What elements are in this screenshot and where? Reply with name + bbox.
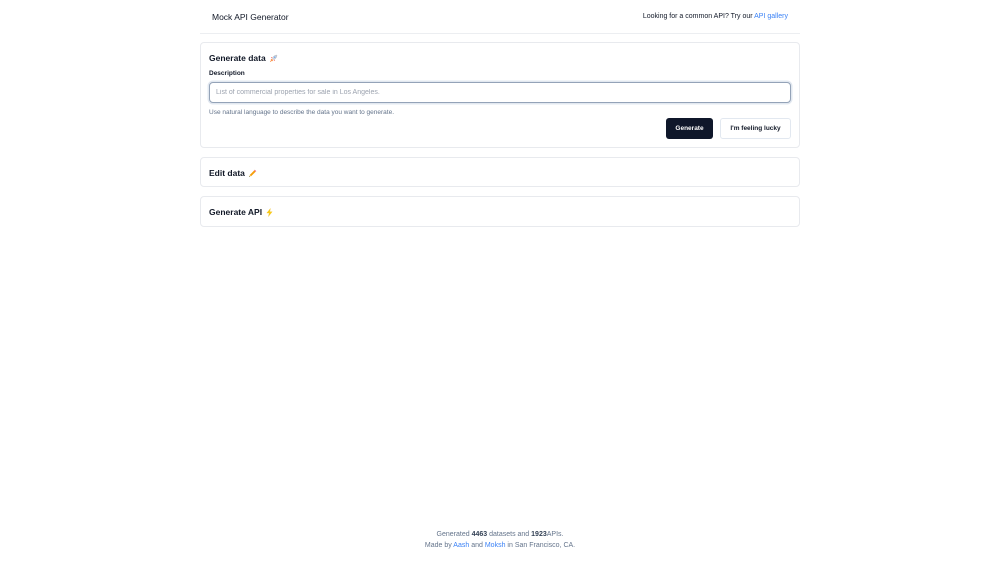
feeling-lucky-button[interactable]: I'm feeling lucky — [720, 118, 791, 139]
description-label: Description — [209, 70, 245, 77]
author-moksh-link[interactable]: Moksh — [485, 542, 506, 549]
page: Mock API Generator Looking for a common … — [0, 0, 1000, 563]
footer-generated-label: Generated — [436, 531, 470, 538]
gallery-prompt-text: Looking for a common API? Try our — [642, 13, 753, 20]
edit-data-header[interactable]: Edit data — [209, 168, 257, 178]
api-gallery-link[interactable]: API gallery — [754, 13, 788, 20]
footer-datasets-label: datasets and — [489, 531, 530, 538]
description-helper-text: Use natural language to describe the dat… — [209, 109, 395, 116]
pencil-icon — [248, 169, 257, 177]
rocket-icon — [269, 54, 277, 62]
footer-location: in San Francisco, CA. — [507, 542, 576, 549]
generate-data-header[interactable]: Generate data — [209, 53, 278, 63]
top-bar: Mock API Generator Looking for a common … — [200, 0, 800, 34]
footer-and: and — [471, 542, 483, 549]
gallery-prompt: Looking for a common API? Try our API ga… — [643, 13, 788, 20]
edit-data-title: Edit data — [209, 168, 245, 178]
generate-data-card: Generate data Description Use natural la… — [200, 42, 800, 148]
footer-stats: Generated 4463 datasets and 1923APIs. — [0, 531, 1000, 538]
generate-button[interactable]: Generate — [666, 118, 713, 139]
generate-api-title: Generate API — [209, 207, 263, 217]
footer-made-by: Made by — [424, 542, 452, 549]
author-aash-link[interactable]: Aash — [453, 542, 469, 549]
apis-count: 1923 — [531, 531, 547, 538]
app-title: Mock API Generator — [212, 11, 289, 22]
footer-credits: Made by Aash and Moksh in San Francisco,… — [0, 542, 1000, 549]
datasets-count: 4463 — [471, 531, 488, 538]
footer-apis-label: APIs. — [546, 531, 564, 538]
lightning-icon — [266, 207, 273, 217]
generate-api-card[interactable]: Generate API — [200, 196, 800, 227]
description-input[interactable] — [209, 82, 791, 103]
generate-api-header[interactable]: Generate API — [209, 207, 274, 217]
generate-data-title: Generate data — [209, 53, 266, 63]
edit-data-card[interactable]: Edit data — [200, 157, 800, 187]
